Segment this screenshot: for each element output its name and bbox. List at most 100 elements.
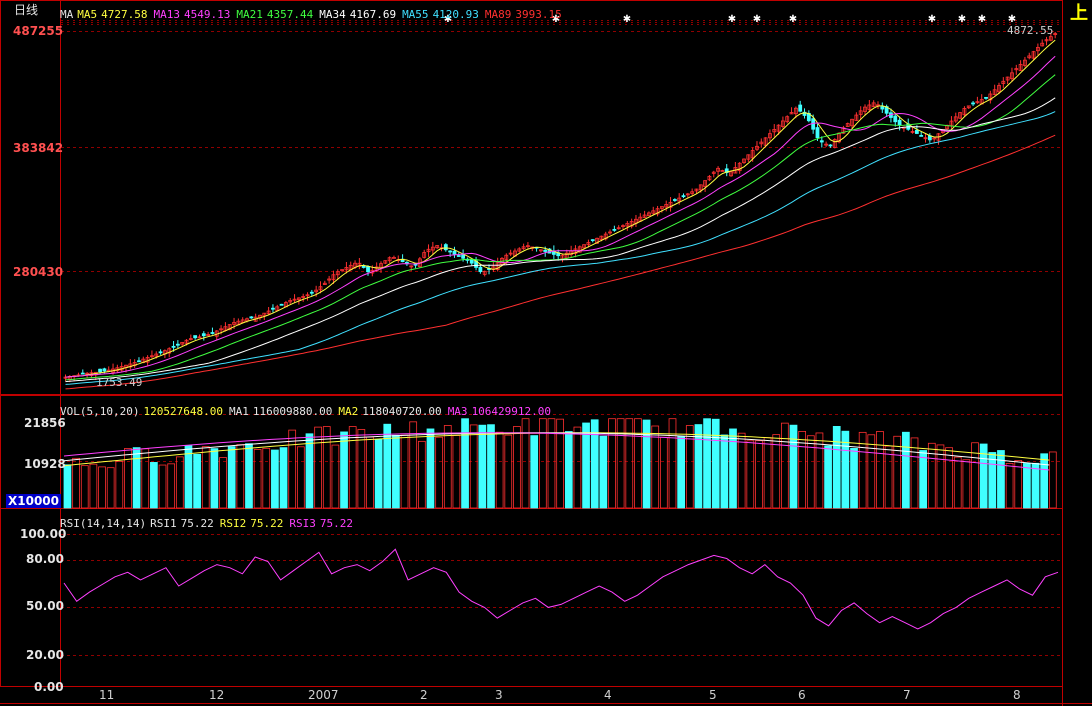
month-label: 11 <box>99 688 115 702</box>
marker-star: ✱ <box>958 14 966 25</box>
candle-body <box>201 333 206 337</box>
volume-bar <box>608 418 616 509</box>
candle-body <box>443 244 448 251</box>
candle-body <box>971 102 975 105</box>
high-price-label: 4872.55 <box>1007 24 1054 37</box>
price-legend-name: MA5 <box>77 8 98 21</box>
candle-body <box>543 249 548 252</box>
volume-bar <box>513 426 521 509</box>
volume-bar <box>443 425 452 509</box>
volume-bar <box>504 434 513 509</box>
volume-bar <box>997 450 1005 509</box>
volume-bar <box>115 460 124 509</box>
marker-star: ✱ <box>623 14 631 25</box>
volume-axis-mid: 10928 <box>24 457 66 471</box>
volume-legend-value: 116009880.00 <box>252 405 333 418</box>
candle-body <box>456 255 461 257</box>
volume-legend-name: MA2 <box>338 405 359 418</box>
volume-legend-name: VOL(5,10,20) <box>60 405 140 418</box>
price-legend: MA MA5 4727.58 MA13 4549.13 MA21 4357.44 MA34 41… <box>60 3 568 22</box>
rsi-legend-name: RSI2 <box>219 517 247 530</box>
volume-bar <box>547 418 556 509</box>
volume-bar <box>400 434 409 509</box>
volume-bar <box>521 418 530 509</box>
volume-bar <box>962 459 971 509</box>
ma55-line <box>65 111 1056 385</box>
rsi-line-group <box>63 548 1059 630</box>
price-legend-value: 4167.69 <box>349 8 397 21</box>
volume-bar <box>850 448 858 509</box>
candle-body <box>448 250 453 253</box>
volume-bar <box>201 446 210 509</box>
candle-body <box>828 144 833 147</box>
volume-bar <box>703 418 711 509</box>
ma5-line <box>65 39 1056 378</box>
volume-bar <box>902 431 910 509</box>
candle-body <box>893 115 898 123</box>
rsi-axis-100: 100.00 <box>20 527 67 541</box>
low-price-label: 1753.49 <box>96 376 143 389</box>
volume-legend-value: 118040720.00 <box>362 405 442 418</box>
rsi-axis-50: 50.00 <box>26 599 64 613</box>
volume-axis-top: 21856 <box>24 416 66 430</box>
volume-bar <box>953 456 962 509</box>
ma21-line <box>65 74 1056 381</box>
volume-bar <box>1048 451 1057 509</box>
candle-body <box>102 368 107 372</box>
volume-bar <box>417 440 426 509</box>
candle-body <box>897 119 902 126</box>
volume-bar <box>677 436 686 509</box>
candle-body <box>171 345 176 348</box>
volume-bar <box>227 446 236 509</box>
candle-body <box>798 104 803 112</box>
volume-bar <box>1031 462 1040 509</box>
price-legend-name: MA34 <box>319 8 346 21</box>
rsi-legend-value: 75.22 <box>319 517 353 530</box>
volume-bar <box>219 457 227 509</box>
rsi-line <box>63 548 1059 630</box>
volume-bar <box>832 426 841 509</box>
volume-bar <box>772 434 781 509</box>
price-panel-frame <box>0 0 1063 395</box>
volume-bar <box>296 446 305 509</box>
volume-bar <box>530 435 539 509</box>
volume-unit-badge: X10000 <box>6 494 61 508</box>
month-label: 7 <box>903 688 911 702</box>
volume-bar <box>167 463 176 509</box>
volume-bar <box>876 431 884 509</box>
candle-body <box>366 266 370 273</box>
marker-star: ✱ <box>978 14 986 25</box>
candle-body <box>158 351 163 354</box>
rsi-legend-value: 75.22 <box>180 517 214 530</box>
price-legend-value: 4727.58 <box>101 8 148 21</box>
month-label: 8 <box>1013 688 1021 702</box>
volume-bar <box>1005 463 1014 509</box>
candle-body <box>914 129 919 134</box>
volume-bar <box>763 437 772 509</box>
moving-average-lines <box>65 39 1056 390</box>
volume-bar <box>737 432 746 509</box>
candle-body <box>672 199 677 201</box>
candle-body <box>137 360 141 363</box>
volume-bar <box>720 434 729 509</box>
volume-bar <box>106 467 115 509</box>
candle-body <box>880 106 885 110</box>
volume-bar <box>357 429 366 509</box>
price-legend-value: 4120.93 <box>432 8 479 21</box>
month-label: 2 <box>420 688 428 702</box>
volume-bar <box>1023 463 1031 509</box>
volume-bar <box>245 443 253 509</box>
volume-bar <box>132 447 141 509</box>
volume-bar <box>193 453 201 509</box>
price-legend-name: MA13 <box>153 8 180 21</box>
marker-star: ✱ <box>928 14 936 25</box>
price-axis-top: 487255 <box>13 24 64 38</box>
candle-body <box>590 239 595 242</box>
candle-body <box>193 335 198 339</box>
price-legend-value: 4357.44 <box>266 8 314 21</box>
month-label: 6 <box>798 688 806 702</box>
volume-bars <box>63 418 1057 509</box>
volume-bar <box>461 418 469 509</box>
up-arrow-button[interactable]: 上 <box>1068 3 1090 25</box>
chart-canvas[interactable]: ✱ ✱ ✱ ✱ ✱ ✱ ✱ ✱ ✱ ✱ <box>0 0 1092 706</box>
